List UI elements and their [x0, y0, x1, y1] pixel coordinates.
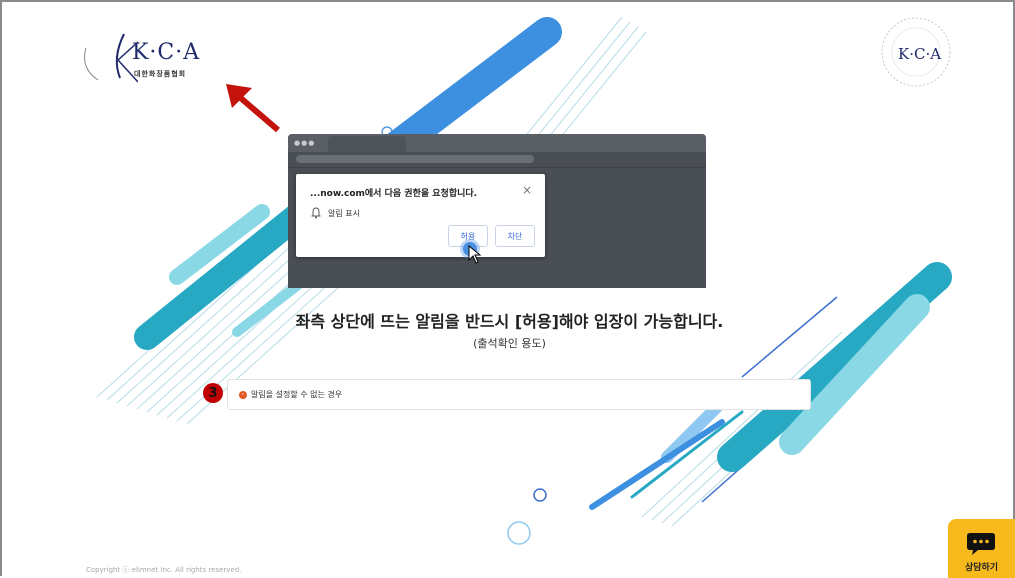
- consult-label: 상담하기: [964, 563, 999, 573]
- logo-left-subtitle: 대한화장품협회: [134, 70, 187, 78]
- browser-divider: [288, 167, 706, 168]
- permission-dialog: ...now.com에서 다음 권한을 요청합니다. × 알림 표시 허용 차단: [296, 174, 545, 257]
- window-dots-icon: ●●●: [294, 139, 316, 147]
- block-button[interactable]: 차단: [495, 225, 535, 247]
- logo-emblem-icon: [84, 33, 139, 83]
- browser-tab: [328, 136, 406, 152]
- red-arrow-icon: [226, 84, 280, 133]
- instruction-note: (출석확인 용도): [473, 337, 546, 350]
- bell-icon: [311, 207, 321, 219]
- page-frame: K·C·A 대한화장품협회 K·C·A ●●● ...now.com에서 다음 …: [0, 0, 1015, 576]
- close-icon[interactable]: ×: [522, 183, 532, 197]
- step-badge: 3: [203, 383, 223, 403]
- logo-right-text: K·C·A: [898, 45, 942, 63]
- notification-help-text: 알림을 설정할 수 없는 경우: [251, 390, 343, 399]
- logo-left-text: K·C·A: [132, 40, 201, 65]
- mouse-cursor-icon: [468, 245, 482, 264]
- kca-logo-right: K·C·A: [876, 16, 956, 96]
- arrow-circle-icon: ›: [239, 390, 247, 399]
- browser-url-bar: [296, 155, 534, 163]
- chat-bubble-icon: [967, 533, 995, 555]
- copyright-text: Copyright ⓒ elimnet Inc. All rights rese…: [86, 566, 242, 574]
- notification-help-link[interactable]: › 알림을 설정할 수 없는 경우: [227, 379, 811, 410]
- permission-label: 알림 표시: [328, 209, 360, 218]
- kca-logo-left[interactable]: K·C·A 대한화장품협회: [78, 28, 218, 90]
- consult-chat-button[interactable]: 상담하기: [948, 519, 1015, 578]
- dialog-title: ...now.com에서 다음 권한을 요청합니다.: [310, 189, 478, 199]
- main-instruction: 좌측 상단에 뜨는 알림을 반드시 [허용]해야 입장이 가능합니다.: [295, 312, 724, 331]
